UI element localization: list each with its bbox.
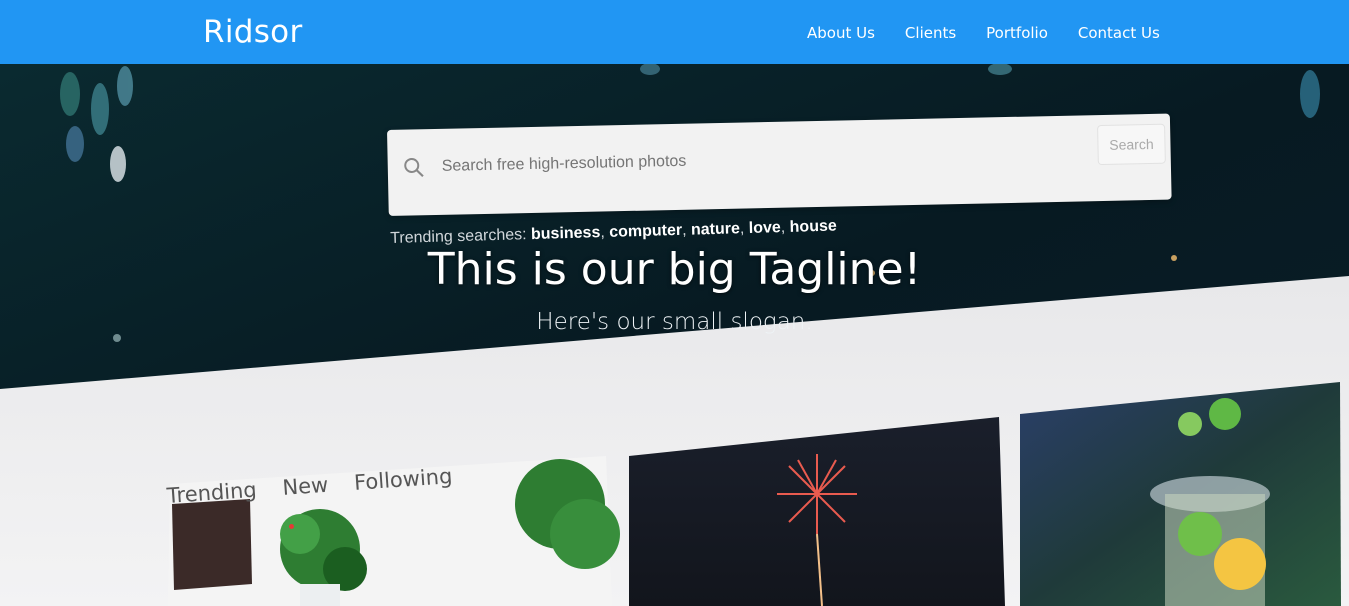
trending-item-love[interactable]: love xyxy=(749,219,781,237)
search-box: Search xyxy=(387,113,1172,216)
search-icon xyxy=(404,157,424,178)
nav-links: About Us Clients Portfolio Contact Us xyxy=(807,24,1160,42)
tab-indicator-dot xyxy=(289,524,294,529)
brand-logo[interactable]: Ridsor xyxy=(203,14,303,50)
hero-section: Search Trending searches: business, comp… xyxy=(0,64,1349,606)
tab-new: New xyxy=(281,472,330,500)
trending-item-business[interactable]: business xyxy=(531,224,601,243)
top-navbar: Ridsor About Us Clients Portfolio Contac… xyxy=(0,0,1349,64)
search-button[interactable]: Search xyxy=(1097,123,1166,166)
nav-about-us-link[interactable]: About Us xyxy=(807,24,875,42)
trending-item-nature[interactable]: nature xyxy=(691,220,740,238)
trending-item-computer[interactable]: computer xyxy=(609,222,682,241)
search-input[interactable] xyxy=(439,144,1044,177)
hero-slogan: Here's our small slogan. xyxy=(536,309,813,335)
hero-tagline: This is our big Tagline! xyxy=(427,244,922,295)
nav-contact-us-link[interactable]: Contact Us xyxy=(1078,24,1160,42)
trending-item-house[interactable]: house xyxy=(789,218,837,236)
nav-clients-link[interactable]: Clients xyxy=(905,24,956,42)
nav-portfolio-link[interactable]: Portfolio xyxy=(986,24,1048,42)
search-bar: Search xyxy=(387,113,1172,218)
